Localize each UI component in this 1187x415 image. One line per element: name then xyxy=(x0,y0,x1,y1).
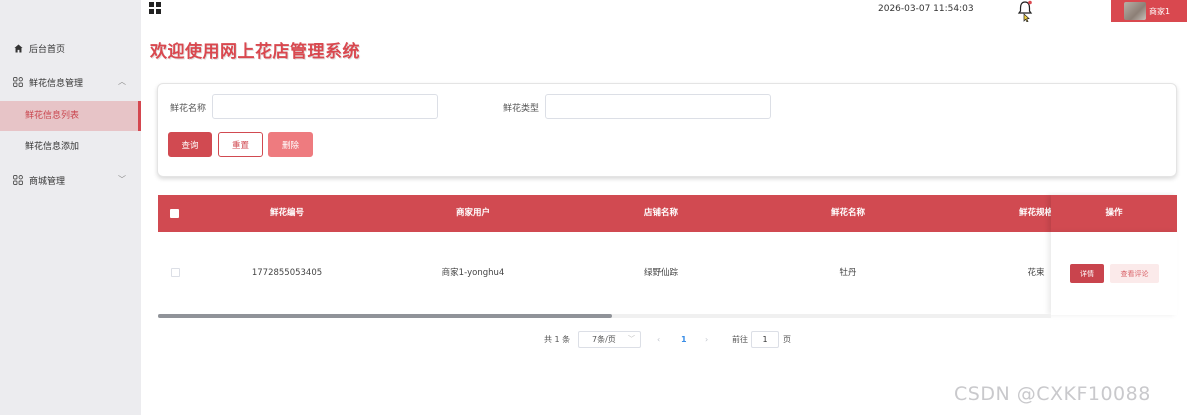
merchant-cell: 商家1-yonghu4 xyxy=(441,268,505,278)
reset-button[interactable]: 重置 xyxy=(218,132,263,157)
search-card: 鲜花名称 鲜花类型 查询 重置 删除 xyxy=(157,83,1177,177)
detail-button[interactable]: 详情 xyxy=(1070,264,1104,283)
sidebar-item-flower-list[interactable]: 鲜花信息列表 xyxy=(0,101,141,131)
horizontal-scrollbar-thumb[interactable] xyxy=(158,314,612,318)
prev-page-icon[interactable]: ‹ xyxy=(657,331,660,348)
delete-button[interactable]: 删除 xyxy=(268,132,313,157)
page-size-value: 7条/页 xyxy=(592,335,616,344)
sidebar-item-label: 鲜花信息管理 xyxy=(29,78,84,89)
user-menu[interactable]: 商家1 xyxy=(1111,0,1187,22)
sidebar-item-flower-add[interactable]: 鲜花信息添加 xyxy=(0,132,141,162)
flower-type-input[interactable] xyxy=(545,94,771,119)
app-page: 后台首页 鲜花信息管理 ︿ 鲜花信息列表 鲜花信息添加 商城管理 ﹀ 2026-… xyxy=(0,0,1187,415)
user-name: 商家1 xyxy=(1149,6,1171,16)
operation-cell: 详情 查看评论 xyxy=(1051,232,1177,315)
sidebar-item-label: 商城管理 xyxy=(29,176,66,187)
grid-menu-icon xyxy=(13,175,23,185)
view-comments-button[interactable]: 查看评论 xyxy=(1110,264,1159,283)
column-header: 操作 xyxy=(1105,208,1123,218)
watermark: CSDN @CXKF10088 xyxy=(954,383,1151,405)
page-title: 欢迎使用网上花店管理系统 xyxy=(150,42,360,62)
chevron-up-icon: ︿ xyxy=(118,77,126,86)
column-header[interactable]: 鲜花名称 xyxy=(788,195,908,232)
next-page-icon[interactable]: › xyxy=(705,331,708,348)
page-number[interactable]: 1 xyxy=(681,331,687,348)
operation-column-header: 操作 xyxy=(1051,195,1177,232)
page-size-select[interactable]: 7条/页 ﹀ xyxy=(578,331,641,348)
chevron-down-icon: ﹀ xyxy=(628,335,635,343)
table-header: 鲜花编号 商家用户 店铺名称 鲜花名称 鲜花规格 xyxy=(158,195,1177,232)
sidebar-item-flower-info[interactable]: 鲜花信息管理 ︿ xyxy=(0,66,141,98)
sidebar: 后台首页 鲜花信息管理 ︿ 鲜花信息列表 鲜花信息添加 商城管理 ﹀ xyxy=(0,0,141,415)
datetime: 2026-03-07 11:54:03 xyxy=(878,4,974,14)
select-all-checkbox[interactable] xyxy=(170,209,179,218)
bell-icon[interactable] xyxy=(1017,0,1033,23)
sidebar-item-home[interactable]: 后台首页 xyxy=(0,32,141,64)
flower-name-label: 鲜花名称 xyxy=(170,104,207,114)
avatar xyxy=(1124,2,1146,20)
flower-name-cell: 牡丹 xyxy=(839,268,857,278)
goto-suffix: 页 xyxy=(783,335,791,344)
flower-id-cell: 1772855053405 xyxy=(251,268,323,278)
flower-name-input[interactable] xyxy=(212,94,438,119)
column-header[interactable]: 鲜花编号 xyxy=(227,195,347,232)
pagination-total: 共 1 条 xyxy=(544,335,571,344)
shop-name-cell: 绿野仙踪 xyxy=(643,268,678,278)
sidebar-item-label: 后台首页 xyxy=(29,44,66,55)
query-button[interactable]: 查询 xyxy=(168,132,212,157)
flower-type-label: 鲜花类型 xyxy=(503,104,540,114)
table-row: 1772855053405 商家1-yonghu4 绿野仙踪 牡丹 花束 xyxy=(158,232,1177,314)
column-header[interactable]: 店铺名称 xyxy=(601,195,721,232)
sidebar-item-label: 鲜花信息列表 xyxy=(25,111,80,121)
menu-toggle-icon[interactable] xyxy=(149,2,161,14)
grid-menu-icon xyxy=(13,77,23,87)
chevron-down-icon: ﹀ xyxy=(118,175,126,184)
goto-prefix: 前往 xyxy=(732,335,748,344)
sidebar-item-mall[interactable]: 商城管理 ﹀ xyxy=(0,164,141,196)
sidebar-item-label: 鲜花信息添加 xyxy=(25,142,80,152)
column-header[interactable]: 商家用户 xyxy=(413,195,533,232)
row-checkbox[interactable] xyxy=(171,268,180,277)
home-icon xyxy=(13,43,23,53)
goto-page-input[interactable]: 1 xyxy=(751,331,779,348)
